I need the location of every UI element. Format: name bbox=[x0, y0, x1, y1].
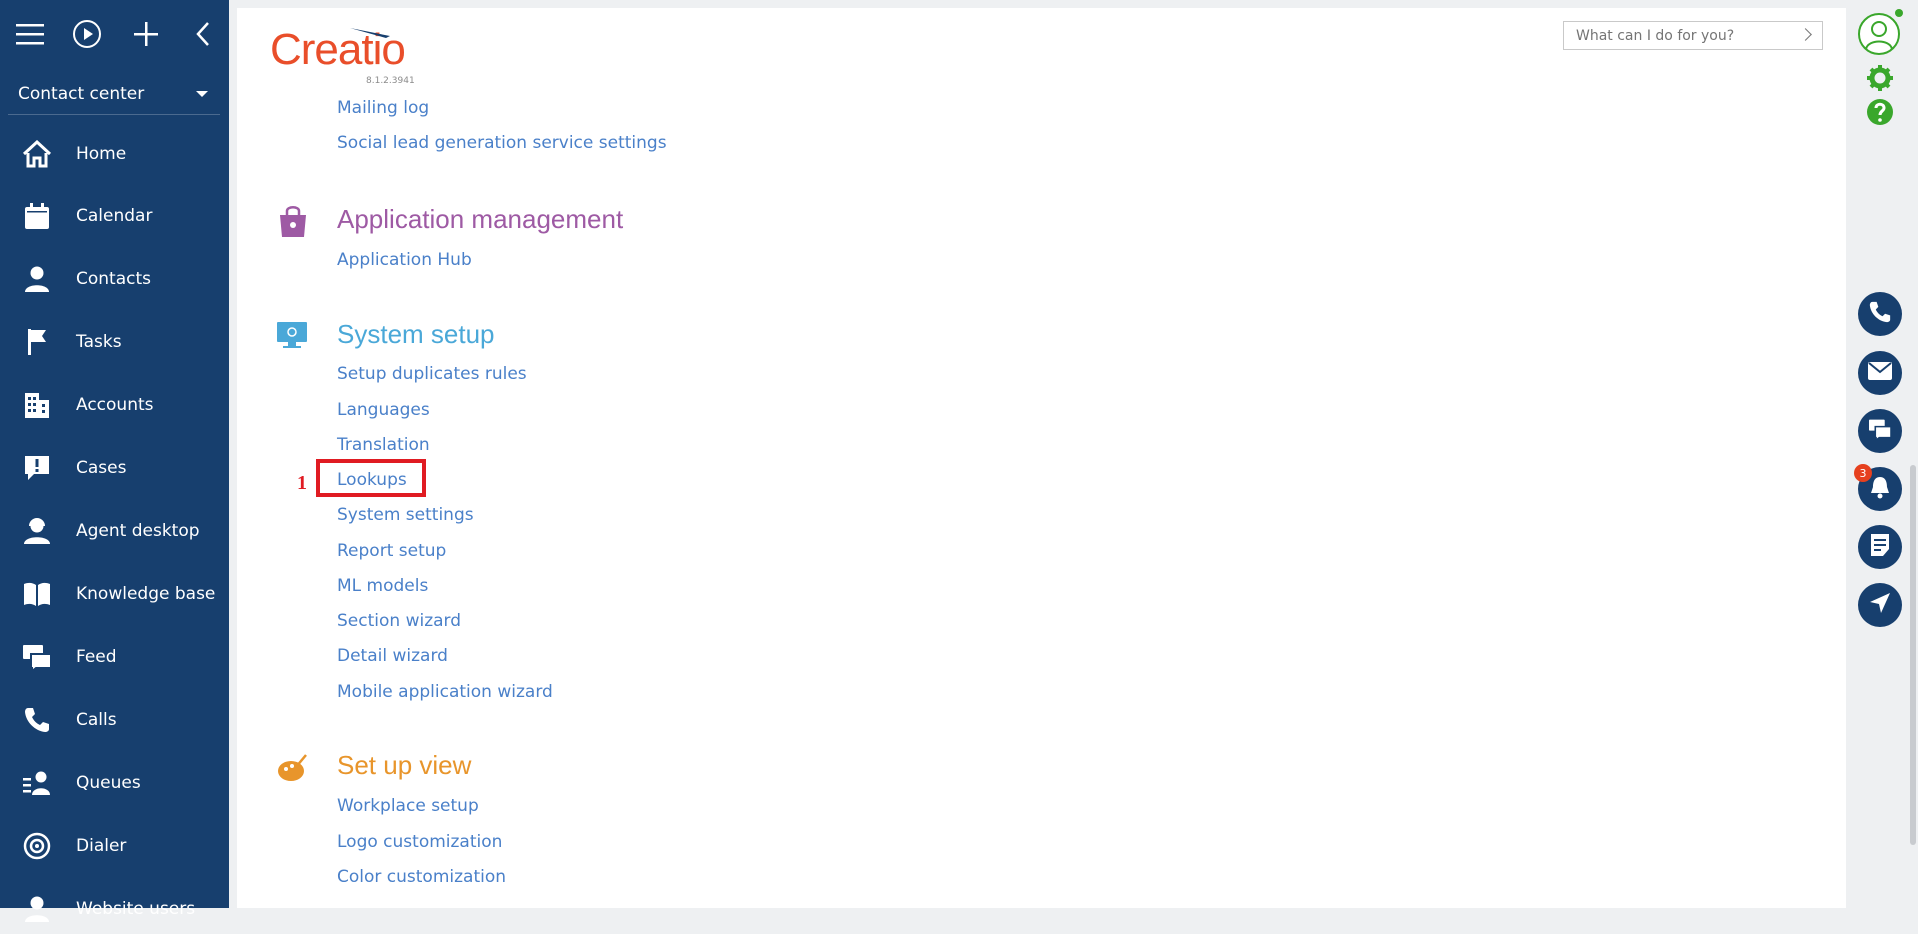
sidebar-item-tasks[interactable]: Tasks bbox=[0, 317, 229, 367]
sidebar-item-label: Calls bbox=[76, 710, 117, 730]
workplace-selector[interactable]: Contact center bbox=[8, 74, 220, 115]
hamburger-menu-icon[interactable] bbox=[13, 17, 47, 51]
palette-icon bbox=[276, 751, 310, 785]
link-translation[interactable]: Translation bbox=[337, 435, 430, 455]
link-logo-customization[interactable]: Logo customization bbox=[337, 832, 502, 852]
home-icon bbox=[22, 140, 52, 168]
building-icon bbox=[22, 391, 52, 419]
sidebar-item-label: Knowledge base bbox=[76, 584, 216, 604]
section-title-system-setup: System setup bbox=[337, 319, 495, 349]
flag-icon bbox=[22, 328, 52, 356]
link-mobile-application-wizard[interactable]: Mobile application wizard bbox=[337, 682, 553, 702]
online-status-dot bbox=[1895, 9, 1903, 17]
link-application-hub[interactable]: Application Hub bbox=[337, 250, 472, 270]
phone-icon bbox=[22, 706, 52, 734]
link-mailing-log[interactable]: Mailing log bbox=[337, 98, 429, 118]
annotation-step-number: 1 bbox=[297, 472, 307, 494]
sidebar-item-label: Feed bbox=[76, 647, 117, 667]
main-panel: Creatio 8.1.2.3941 Mailing log Social le… bbox=[237, 8, 1846, 908]
dialer-icon bbox=[22, 832, 52, 860]
link-color-customization[interactable]: Color customization bbox=[337, 867, 506, 887]
feed-button[interactable] bbox=[1858, 525, 1902, 569]
link-ml-models[interactable]: ML models bbox=[337, 576, 428, 596]
sidebar-item-cases[interactable]: Cases bbox=[0, 443, 229, 493]
creatio-logo[interactable]: Creatio 8.1.2.3941 bbox=[270, 28, 415, 87]
sidebar-item-label: Accounts bbox=[76, 395, 154, 415]
book-icon bbox=[22, 580, 52, 608]
profile-avatar[interactable] bbox=[1857, 9, 1903, 56]
sidebar-item-knowledge-base[interactable]: Knowledge base bbox=[0, 569, 229, 619]
phone-call-button[interactable] bbox=[1858, 292, 1902, 336]
link-workplace-setup[interactable]: Workplace setup bbox=[337, 796, 479, 816]
paper-plane-icon bbox=[1869, 592, 1891, 618]
chat-button[interactable] bbox=[1858, 409, 1902, 453]
logo-swoosh-icon bbox=[350, 28, 390, 38]
sidebar-item-contacts[interactable]: Contacts bbox=[0, 254, 229, 304]
sidebar-item-label: Website users bbox=[76, 899, 196, 919]
shopping-bag-icon bbox=[276, 203, 310, 237]
link-report-setup[interactable]: Report setup bbox=[337, 541, 446, 561]
calendar-icon bbox=[22, 202, 52, 230]
sidebar-item-label: Queues bbox=[76, 773, 141, 793]
run-process-icon[interactable] bbox=[70, 17, 104, 51]
sidebar-item-dialer[interactable]: Dialer bbox=[0, 821, 229, 871]
workplace-label: Contact center bbox=[18, 84, 145, 104]
section-title-set-up-view: Set up view bbox=[337, 750, 472, 780]
collapse-sidebar-icon[interactable] bbox=[186, 17, 220, 51]
sidebar-item-home[interactable]: Home bbox=[0, 129, 229, 179]
chevron-down-icon bbox=[196, 91, 208, 97]
help-icon[interactable] bbox=[1866, 98, 1894, 130]
sidebar-item-label: Home bbox=[76, 144, 127, 164]
phone-icon bbox=[1869, 301, 1891, 327]
sidebar-item-label: Dialer bbox=[76, 836, 127, 856]
chevron-right-icon[interactable] bbox=[1799, 28, 1812, 41]
sidebar-item-label: Cases bbox=[76, 458, 127, 478]
chat-icon bbox=[22, 643, 52, 671]
user-icon bbox=[22, 895, 52, 923]
bell-icon bbox=[1869, 475, 1891, 503]
sidebar-item-label: Tasks bbox=[76, 332, 122, 352]
email-button[interactable] bbox=[1858, 351, 1902, 395]
sidebar-item-agent-desktop[interactable]: Agent desktop bbox=[0, 506, 229, 556]
sidebar-item-label: Contacts bbox=[76, 269, 151, 289]
envelope-icon bbox=[1868, 362, 1892, 384]
sidebar-item-calls[interactable]: Calls bbox=[0, 695, 229, 745]
queue-icon bbox=[22, 769, 52, 797]
link-languages[interactable]: Languages bbox=[337, 400, 430, 420]
scrollbar[interactable] bbox=[1910, 465, 1916, 845]
sidebar: Contact center Home Calendar Contacts Ta… bbox=[0, 0, 229, 922]
link-detail-wizard[interactable]: Detail wizard bbox=[337, 646, 448, 666]
link-system-settings[interactable]: System settings bbox=[337, 505, 474, 525]
link-setup-duplicates-rules[interactable]: Setup duplicates rules bbox=[337, 364, 527, 384]
sidebar-item-label: Agent desktop bbox=[76, 521, 200, 541]
section-title-application-management: Application management bbox=[337, 204, 624, 234]
notification-count-badge: 3 bbox=[1854, 464, 1872, 482]
sidebar-item-queues[interactable]: Queues bbox=[0, 758, 229, 808]
sidebar-item-feed[interactable]: Feed bbox=[0, 632, 229, 682]
sidebar-topbar bbox=[0, 0, 229, 70]
agent-icon bbox=[22, 517, 52, 545]
add-icon[interactable] bbox=[129, 17, 163, 51]
version-label: 8.1.2.3941 bbox=[366, 76, 415, 86]
case-alert-icon bbox=[22, 454, 52, 482]
sidebar-item-calendar[interactable]: Calendar bbox=[0, 191, 229, 241]
contact-icon bbox=[22, 265, 52, 293]
link-section-wizard[interactable]: Section wizard bbox=[337, 611, 461, 631]
chat-icon bbox=[1868, 418, 1892, 444]
sidebar-item-accounts[interactable]: Accounts bbox=[0, 380, 229, 430]
communication-panel bbox=[1846, 0, 1918, 908]
annotation-highlight-box bbox=[316, 459, 426, 497]
monitor-gear-icon bbox=[276, 320, 310, 354]
link-social-lead-generation[interactable]: Social lead generation service settings bbox=[337, 133, 667, 153]
sidebar-item-label: Calendar bbox=[76, 206, 153, 226]
document-icon bbox=[1870, 533, 1890, 561]
command-search[interactable] bbox=[1563, 21, 1823, 50]
search-input[interactable] bbox=[1574, 26, 1798, 45]
sidebar-item-website-users[interactable]: Website users bbox=[0, 884, 229, 934]
send-button[interactable] bbox=[1858, 583, 1902, 627]
gear-icon[interactable] bbox=[1866, 64, 1894, 96]
